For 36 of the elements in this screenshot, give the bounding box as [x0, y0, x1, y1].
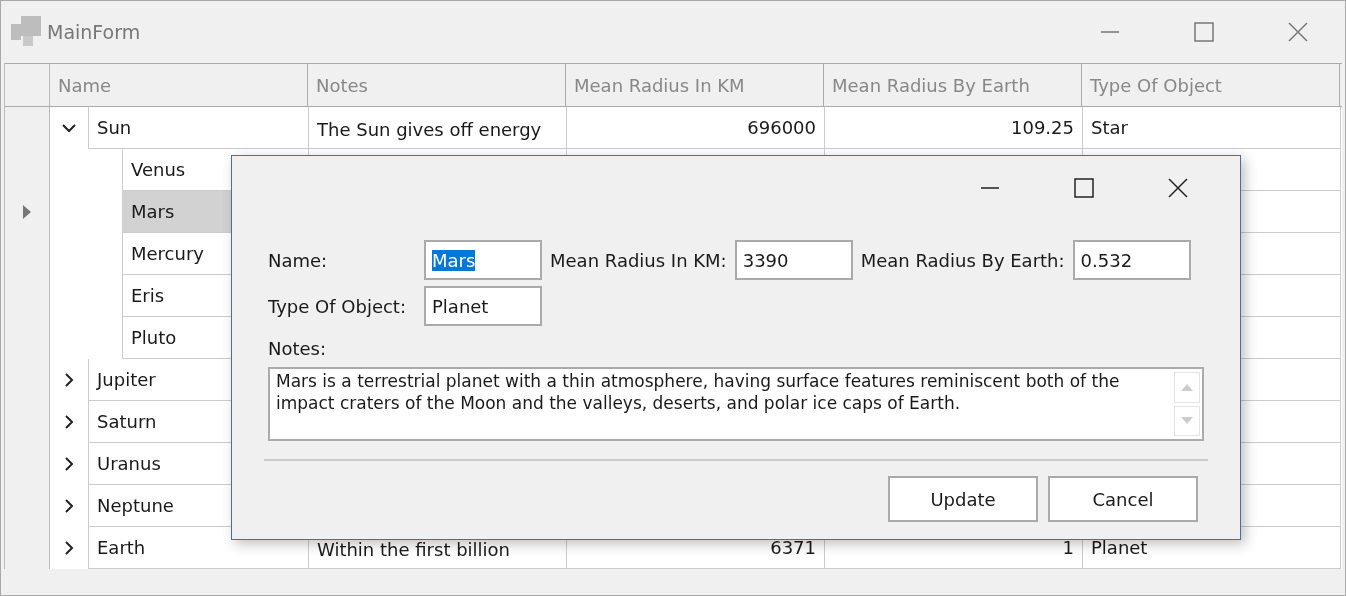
table-cell: Star: [1083, 107, 1341, 149]
input-field[interactable]: Mars: [424, 240, 542, 280]
scroll-down-button[interactable]: [1174, 405, 1200, 436]
table-cell: The Sun gives off energy: [317, 119, 542, 140]
cancel-button[interactable]: Cancel: [1048, 476, 1198, 522]
input-field[interactable]: 3390: [734, 240, 853, 280]
up-arrow-icon: [1181, 383, 1193, 392]
table-cell: 6371: [770, 537, 816, 558]
close-icon: [1288, 22, 1308, 42]
expand-chevron-icon[interactable]: [62, 373, 76, 387]
maximize-icon: [1074, 178, 1094, 198]
input-field[interactable]: Planet: [424, 286, 542, 326]
scroll-up-button[interactable]: [1174, 372, 1200, 403]
table-cell: Within the first billion: [317, 539, 510, 560]
row-header[interactable]: [5, 107, 50, 149]
collapse-chevron-icon[interactable]: [62, 121, 76, 135]
expand-chevron-icon[interactable]: [62, 457, 76, 471]
down-arrow-icon: [1181, 416, 1193, 425]
expand-chevron-icon[interactable]: [62, 415, 76, 429]
tree-node[interactable]: Sun: [88, 107, 309, 149]
field-label: Mean Radius In KM:: [550, 249, 727, 271]
minimize-icon: [980, 187, 1000, 189]
minimize-icon: [1100, 31, 1120, 33]
table-cell: 109.25: [1011, 117, 1074, 138]
maximize-icon: [1194, 22, 1214, 42]
close-icon: [1168, 178, 1188, 198]
table-cell: 1: [1062, 537, 1074, 558]
notes-field[interactable]: Mars is a terrestrial planet with a thin atmosphere, having surface features reminiscent both of the impact craters of the Moon and the valleys, deserts, and polar ice caps of Earth.: [268, 367, 1204, 441]
table-cell: 696000: [747, 117, 816, 138]
field-label: Mean Radius By Earth:: [860, 249, 1065, 271]
expand-chevron-icon[interactable]: [62, 499, 76, 513]
app-icon: [11, 16, 41, 48]
input-field[interactable]: 0.532: [1072, 240, 1191, 280]
window-title: MainForm: [47, 21, 141, 43]
update-button[interactable]: Update: [888, 476, 1038, 522]
expand-chevron-icon[interactable]: [62, 541, 76, 555]
